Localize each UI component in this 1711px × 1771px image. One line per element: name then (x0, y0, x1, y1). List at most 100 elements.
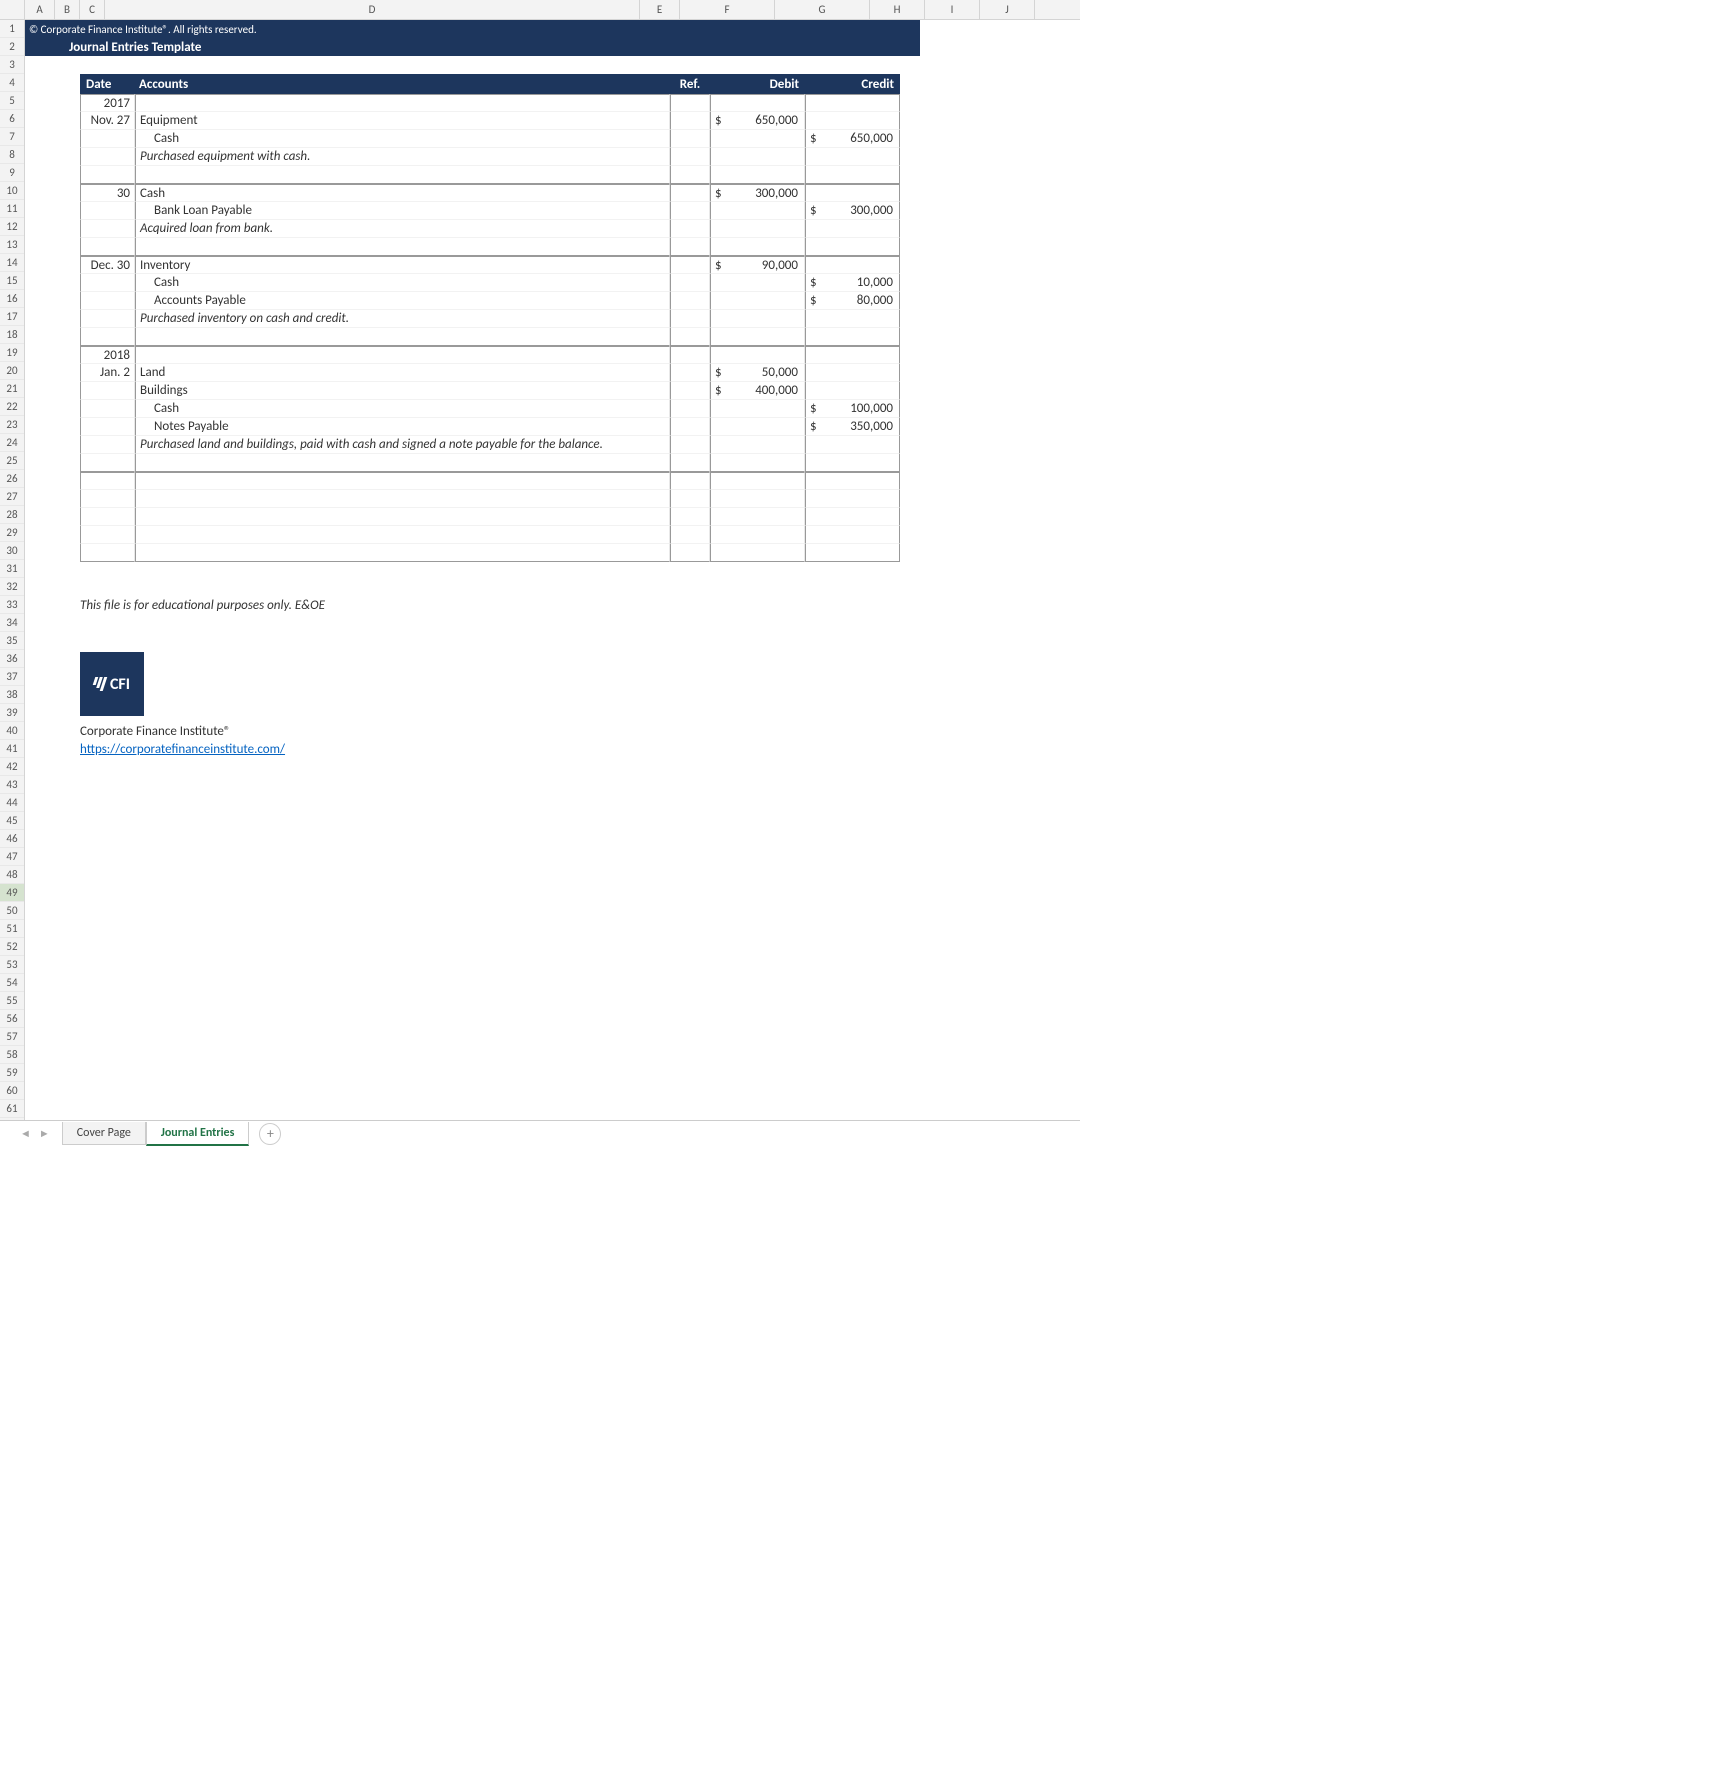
col-header-a[interactable]: A (25, 0, 55, 19)
date-cell[interactable] (80, 166, 135, 184)
prev-sheet-icon[interactable]: ◄ (20, 1127, 31, 1140)
date-cell[interactable] (80, 418, 135, 436)
row-header[interactable]: 18 (0, 326, 24, 344)
account-cell[interactable] (135, 490, 670, 508)
debit-cell[interactable] (710, 202, 805, 220)
row-header[interactable]: 52 (0, 938, 24, 956)
debit-cell[interactable]: $650,000 (710, 112, 805, 130)
credit-cell[interactable]: $10,000 (805, 274, 900, 292)
col-header-c[interactable]: C (80, 0, 105, 19)
account-cell[interactable]: Cash (135, 184, 670, 202)
credit-cell[interactable] (805, 310, 900, 328)
row-header[interactable]: 46 (0, 830, 24, 848)
account-cell[interactable] (135, 166, 670, 184)
date-cell[interactable] (80, 292, 135, 310)
ref-cell[interactable] (670, 418, 710, 436)
row-header[interactable]: 47 (0, 848, 24, 866)
credit-cell[interactable] (805, 364, 900, 382)
credit-cell[interactable] (805, 382, 900, 400)
debit-cell[interactable] (710, 472, 805, 490)
debit-cell[interactable] (710, 274, 805, 292)
row-header[interactable]: 2 (0, 38, 24, 56)
col-header-g[interactable]: G (775, 0, 870, 19)
next-sheet-icon[interactable]: ► (39, 1127, 50, 1140)
account-cell[interactable] (135, 508, 670, 526)
col-header-d[interactable]: D (105, 0, 640, 19)
row-header[interactable]: 4 (0, 74, 24, 92)
row-header[interactable]: 19 (0, 344, 24, 362)
credit-cell[interactable] (805, 148, 900, 166)
ref-cell[interactable] (670, 166, 710, 184)
debit-cell[interactable] (710, 544, 805, 562)
row-header[interactable]: 38 (0, 686, 24, 704)
date-cell[interactable] (80, 202, 135, 220)
ref-cell[interactable] (670, 454, 710, 472)
date-cell[interactable] (80, 508, 135, 526)
account-cell[interactable]: Cash (135, 130, 670, 148)
account-cell[interactable] (135, 94, 670, 112)
debit-cell[interactable] (710, 526, 805, 544)
account-cell[interactable]: Cash (135, 400, 670, 418)
ref-cell[interactable] (670, 544, 710, 562)
credit-cell[interactable] (805, 166, 900, 184)
row-header[interactable]: 30 (0, 542, 24, 560)
row-header[interactable]: 39 (0, 704, 24, 722)
col-header-i[interactable]: I (925, 0, 980, 19)
row-header[interactable]: 60 (0, 1082, 24, 1100)
debit-cell[interactable] (710, 400, 805, 418)
credit-cell[interactable]: $100,000 (805, 400, 900, 418)
debit-cell[interactable] (710, 130, 805, 148)
ref-cell[interactable] (670, 508, 710, 526)
ref-cell[interactable] (670, 274, 710, 292)
account-cell[interactable]: Notes Payable (135, 418, 670, 436)
credit-cell[interactable] (805, 490, 900, 508)
date-cell[interactable] (80, 238, 135, 256)
ref-cell[interactable] (670, 112, 710, 130)
row-header[interactable]: 42 (0, 758, 24, 776)
debit-cell[interactable] (710, 490, 805, 508)
debit-cell[interactable] (710, 454, 805, 472)
row-header[interactable]: 5 (0, 92, 24, 110)
ref-cell[interactable] (670, 490, 710, 508)
ref-cell[interactable] (670, 364, 710, 382)
ref-cell[interactable] (670, 292, 710, 310)
ref-cell[interactable] (670, 436, 710, 454)
row-header[interactable]: 22 (0, 398, 24, 416)
ref-cell[interactable] (670, 472, 710, 490)
row-header[interactable]: 32 (0, 578, 24, 596)
col-header-f[interactable]: F (680, 0, 775, 19)
debit-cell[interactable] (710, 418, 805, 436)
row-header[interactable]: 37 (0, 668, 24, 686)
row-header[interactable]: 16 (0, 290, 24, 308)
debit-cell[interactable]: $50,000 (710, 364, 805, 382)
ref-cell[interactable] (670, 184, 710, 202)
ref-cell[interactable] (670, 130, 710, 148)
debit-cell[interactable] (710, 220, 805, 238)
date-cell[interactable]: Jan. 2 (80, 364, 135, 382)
row-header[interactable]: 31 (0, 560, 24, 578)
row-header[interactable]: 29 (0, 524, 24, 542)
ref-cell[interactable] (670, 94, 710, 112)
credit-cell[interactable]: $650,000 (805, 130, 900, 148)
date-cell[interactable]: 2018 (80, 346, 135, 364)
row-header[interactable]: 11 (0, 200, 24, 218)
row-header[interactable]: 8 (0, 146, 24, 164)
row-header[interactable]: 24 (0, 434, 24, 452)
date-cell[interactable]: Dec. 30 (80, 256, 135, 274)
date-cell[interactable] (80, 310, 135, 328)
ref-cell[interactable] (670, 256, 710, 274)
row-header[interactable]: 49 (0, 884, 24, 902)
row-header[interactable]: 3 (0, 56, 24, 74)
date-cell[interactable] (80, 274, 135, 292)
ref-cell[interactable] (670, 148, 710, 166)
date-cell[interactable]: 2017 (80, 94, 135, 112)
credit-cell[interactable] (805, 238, 900, 256)
credit-cell[interactable] (805, 94, 900, 112)
row-header[interactable]: 26 (0, 470, 24, 488)
debit-cell[interactable] (710, 328, 805, 346)
credit-cell[interactable] (805, 220, 900, 238)
row-header[interactable]: 23 (0, 416, 24, 434)
row-header[interactable]: 33 (0, 596, 24, 614)
account-cell[interactable]: Accounts Payable (135, 292, 670, 310)
date-cell[interactable] (80, 130, 135, 148)
